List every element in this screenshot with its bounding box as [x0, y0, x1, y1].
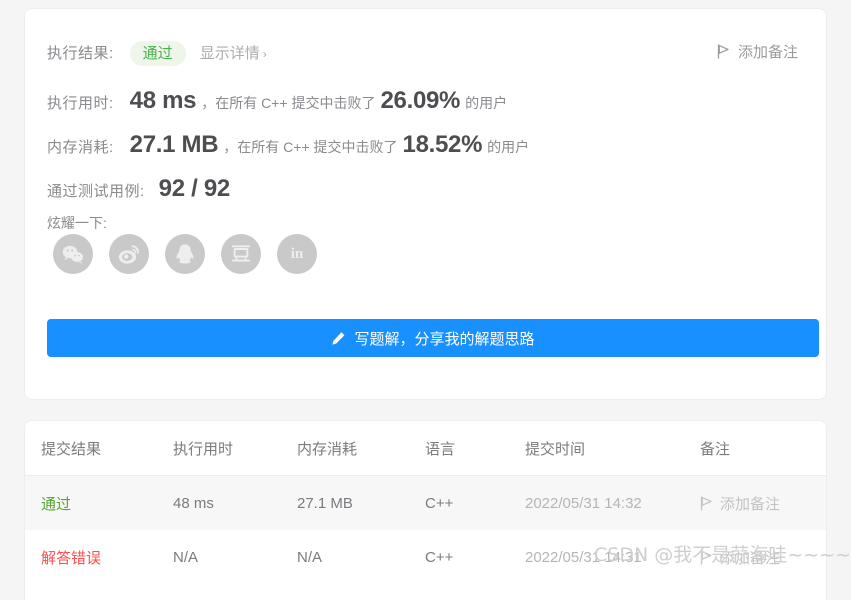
- chevron-right-icon: ›: [262, 47, 267, 61]
- memory-percent: 18.52: [402, 131, 462, 158]
- column-header-result: 提交结果: [41, 440, 102, 458]
- weibo-icon[interactable]: [109, 234, 149, 274]
- row-runtime: 48 ms: [173, 494, 214, 512]
- testcases-label: 通过测试用例:: [47, 183, 145, 200]
- linkedin-icon[interactable]: in: [277, 234, 317, 274]
- write-solution-label: 写题解，分享我的解题思路: [354, 330, 535, 348]
- row-add-note-button[interactable]: 添加备注: [700, 493, 780, 514]
- runtime-label: 执行用时:: [47, 95, 114, 112]
- memory-row: 内存消耗: 27.1 MB ，在所有 C++ 提交中击败了 18.52% 的用户: [47, 131, 534, 159]
- show-detail-link[interactable]: 显示详情 ›: [200, 42, 267, 63]
- share-label: 炫耀一下:: [47, 215, 107, 231]
- result-label: 执行结果:: [47, 45, 114, 62]
- flag-icon: [700, 549, 713, 565]
- memory-beats-text: ，在所有 C++ 提交中击败了: [223, 139, 398, 155]
- column-header-note: 备注: [700, 440, 731, 458]
- douban-icon[interactable]: [221, 234, 261, 274]
- table-row[interactable]: 解答错误 N/A N/A C++ 2022/05/31 14:31 添加备注: [25, 530, 826, 584]
- row-time: 2022/05/31 14:32: [525, 494, 642, 512]
- share-icon-list: in: [53, 234, 317, 274]
- table-row[interactable]: 通过 48 ms 27.1 MB C++ 2022/05/31 14:32 添加…: [25, 476, 826, 530]
- row-language: C++: [425, 494, 454, 512]
- row-memory: 27.1 MB: [297, 494, 353, 512]
- column-header-memory: 内存消耗: [297, 440, 358, 458]
- add-note-label: 添加备注: [737, 44, 798, 61]
- runtime-row: 执行用时: 48 ms ，在所有 C++ 提交中击败了 26.09% 的用户: [47, 87, 512, 115]
- memory-value: 27.1 MB: [129, 131, 219, 158]
- runtime-value: 48 ms: [129, 87, 197, 114]
- add-note-button[interactable]: 添加备注: [717, 41, 798, 62]
- runtime-suffix: 的用户: [465, 95, 508, 111]
- result-status-row: 执行结果: 通过 显示详情 ›: [47, 41, 267, 66]
- wechat-icon[interactable]: [53, 234, 93, 274]
- submission-result-page: 执行结果: 通过 显示详情 › 添加备注 执行用时: 48 ms ，在所有 C++…: [0, 0, 851, 600]
- row-add-note-label: 添加备注: [720, 549, 781, 567]
- testcases-row: 通过测试用例: 92 / 92: [47, 175, 230, 203]
- row-language: C++: [425, 548, 454, 566]
- submissions-table: 提交结果 执行用时 内存消耗 语言 提交时间 备注 通过 48 ms 27.1 …: [24, 420, 827, 600]
- testcases-value: 92 / 92: [158, 175, 231, 202]
- show-detail-label: 显示详情: [199, 45, 260, 62]
- write-solution-button[interactable]: 写题解，分享我的解题思路: [47, 319, 819, 357]
- row-status[interactable]: 解答错误: [41, 547, 101, 568]
- flag-icon: [717, 44, 730, 59]
- row-time: 2022/05/31 14:31: [525, 548, 642, 566]
- runtime-percent-symbol: %: [439, 87, 461, 114]
- flag-icon: [700, 495, 713, 511]
- pencil-icon: [331, 331, 346, 346]
- row-status[interactable]: 通过: [41, 493, 71, 514]
- column-header-runtime: 执行用时: [173, 440, 234, 458]
- row-add-note-label: 添加备注: [720, 495, 781, 513]
- memory-suffix: 的用户: [487, 139, 530, 155]
- linkedin-glyph: in: [290, 245, 304, 262]
- qq-icon[interactable]: [165, 234, 205, 274]
- result-card: 执行结果: 通过 显示详情 › 添加备注 执行用时: 48 ms ，在所有 C++…: [24, 8, 827, 400]
- row-runtime: N/A: [173, 548, 199, 566]
- column-header-time: 提交时间: [525, 440, 586, 458]
- row-memory: N/A: [297, 548, 323, 566]
- runtime-percent: 26.09: [380, 87, 440, 114]
- table-header-row: 提交结果 执行用时 内存消耗 语言 提交时间 备注: [25, 421, 826, 476]
- status-badge: 通过: [129, 41, 186, 66]
- memory-percent-symbol: %: [461, 131, 483, 158]
- memory-label: 内存消耗:: [47, 139, 114, 156]
- column-header-language: 语言: [425, 440, 456, 458]
- row-add-note-button[interactable]: 添加备注: [700, 547, 780, 568]
- runtime-beats-text: ，在所有 C++ 提交中击败了: [201, 95, 376, 111]
